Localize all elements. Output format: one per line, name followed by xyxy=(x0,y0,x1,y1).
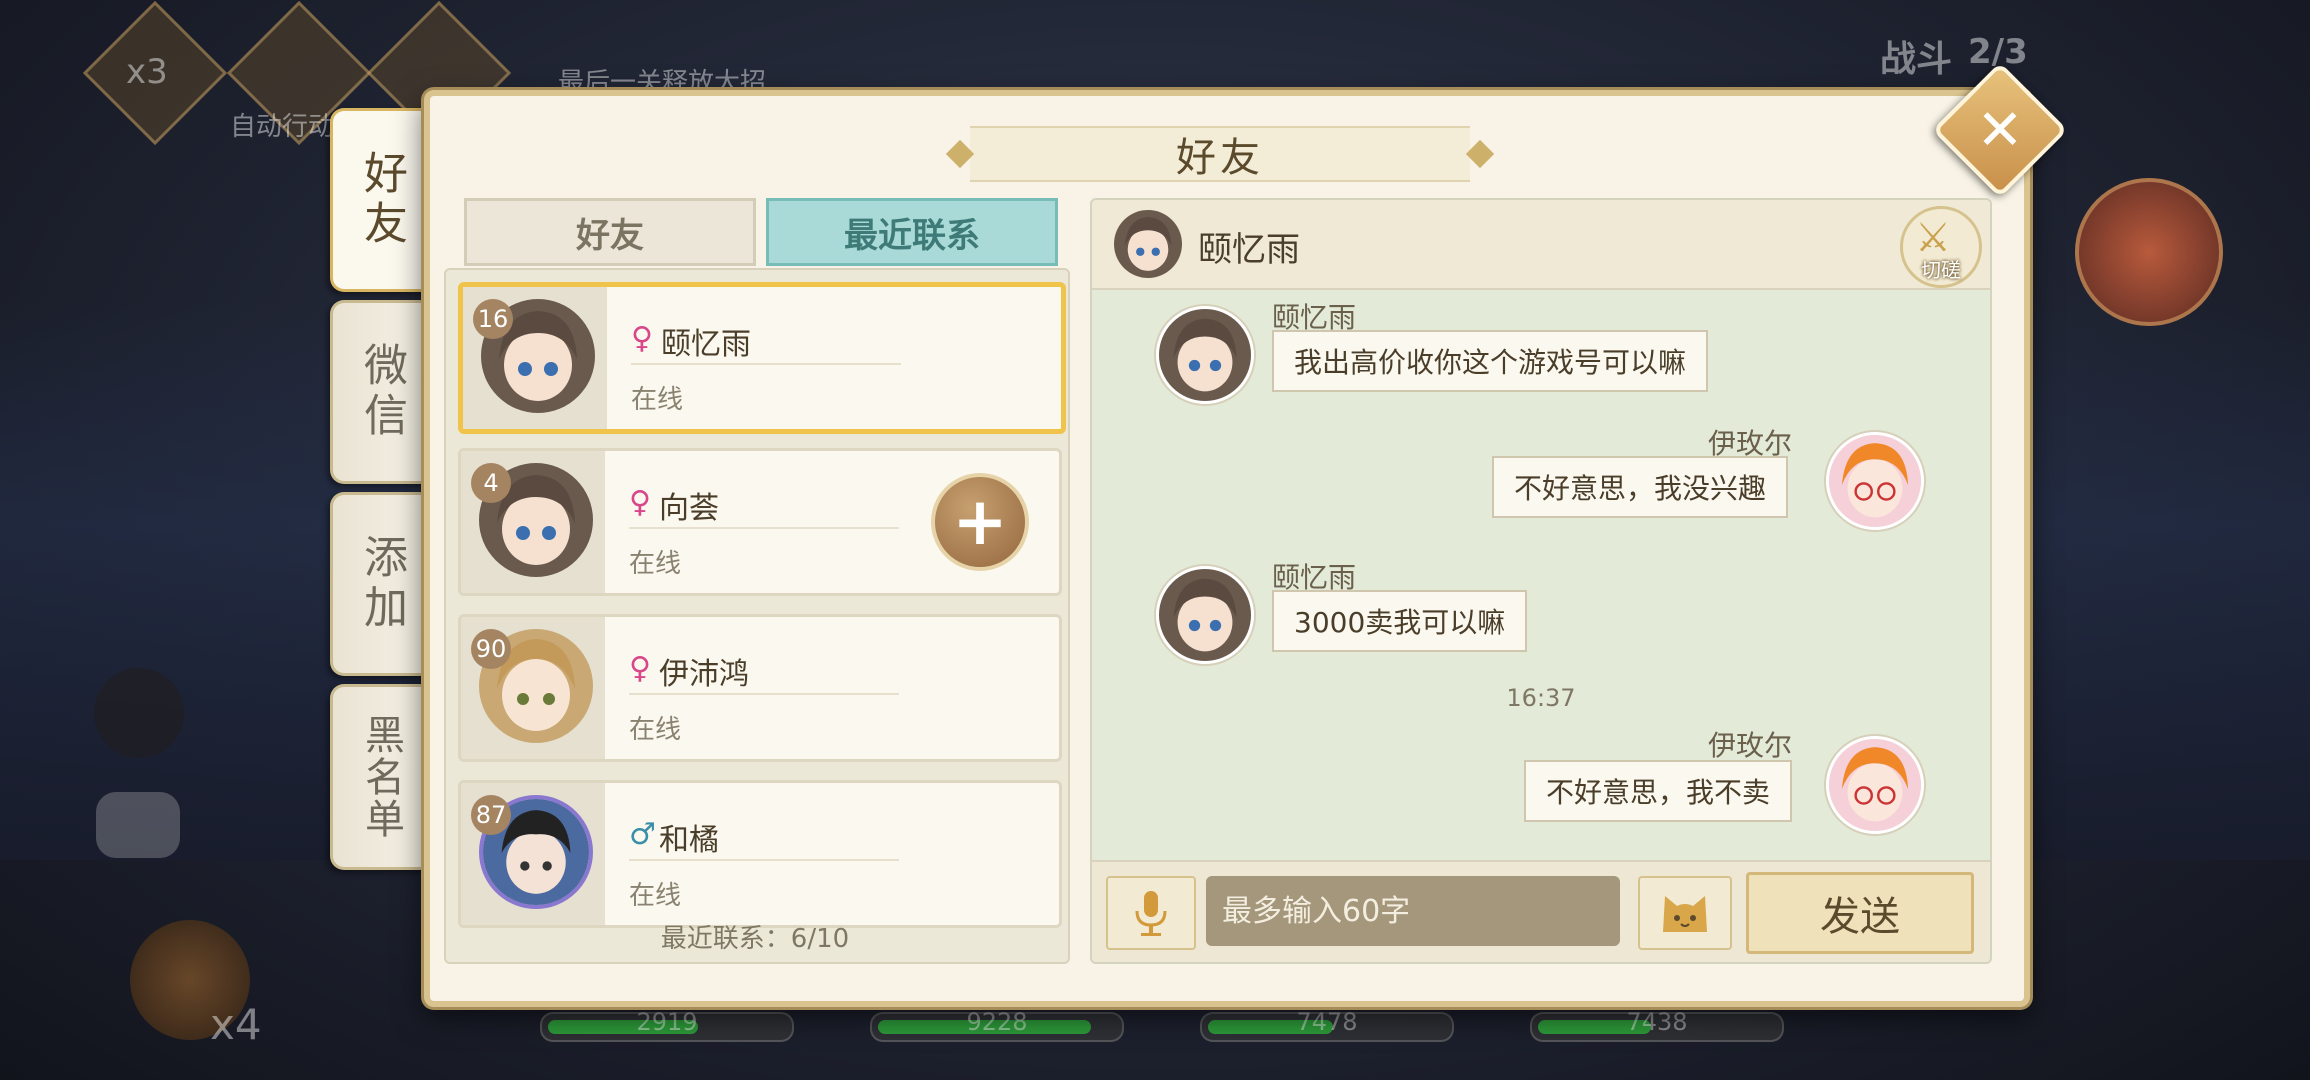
female-icon: ♀ xyxy=(631,321,653,356)
friend-name: 伊沛鸿 xyxy=(659,657,749,692)
chat-input-bar: 发送 xyxy=(1092,860,1990,962)
speed-label: x3 xyxy=(126,52,168,92)
message-input[interactable] xyxy=(1206,876,1620,946)
friend-list[interactable]: 16 ♀ 颐忆雨 在线 4 ♀ 向荟 在线 + 90 ♀ 伊沛鸿 在线 87 ♂… xyxy=(444,268,1070,964)
cat-face-icon xyxy=(1663,896,1707,932)
message-sender: 伊玫尔 xyxy=(1708,729,1793,762)
panel-title: 好友 xyxy=(1176,135,1264,181)
battle-label: 战斗 xyxy=(1880,39,1953,80)
online-status: 在线 xyxy=(629,881,682,911)
hp-bar: 7478 xyxy=(1200,1008,1454,1042)
send-button[interactable]: 发送 xyxy=(1746,872,1974,954)
side-tab-friends[interactable]: 好友 xyxy=(330,108,429,292)
friend-name: 向荟 xyxy=(659,491,719,526)
male-icon: ♂ xyxy=(629,817,656,852)
microphone-icon xyxy=(1135,891,1167,936)
chat-bubble-icon[interactable] xyxy=(96,792,180,858)
message-timestamp: 16:37 xyxy=(1506,684,1576,712)
friend-name: 和橘 xyxy=(659,823,719,858)
my-avatar xyxy=(1826,736,1924,834)
friend-card[interactable]: 87 ♂ 和橘 在线 xyxy=(458,780,1062,928)
panel-title-plate: 好友 xyxy=(945,126,1495,182)
chat-partner-avatar xyxy=(1114,210,1182,278)
side-tab-add[interactable]: 添加 xyxy=(330,492,429,676)
online-status: 在线 xyxy=(629,549,682,579)
friend-card[interactable]: 4 ♀ 向荟 在线 + xyxy=(458,448,1062,596)
divider xyxy=(629,859,899,861)
level-badge: 90 xyxy=(471,629,511,669)
character-icon[interactable] xyxy=(94,668,184,758)
level-badge: 4 xyxy=(471,463,511,503)
level-badge: 87 xyxy=(471,795,511,835)
friend-card[interactable]: 16 ♀ 颐忆雨 在线 xyxy=(458,282,1066,434)
female-icon: ♀ xyxy=(629,651,651,686)
message-bubble: 不好意思，我没兴趣 xyxy=(1492,456,1789,518)
ultimate-count: x4 xyxy=(210,1000,262,1049)
enemy-portrait xyxy=(2075,178,2223,326)
tab-friends[interactable]: 好友 xyxy=(464,198,756,266)
sender-avatar xyxy=(1156,306,1254,404)
auto-label: 自动行动 xyxy=(230,112,335,142)
sender-avatar xyxy=(1156,566,1254,664)
recent-contacts-count: 最近联系：6/10 xyxy=(660,924,850,954)
chat-partner-name: 颐忆雨 xyxy=(1198,230,1300,270)
spar-label: 切磋 xyxy=(1921,258,1961,282)
divider xyxy=(629,693,899,695)
chat-header: 颐忆雨 ⚔ 切磋 xyxy=(1092,200,1990,290)
online-status: 在线 xyxy=(631,385,684,415)
add-friend-button[interactable]: + xyxy=(931,473,1029,571)
close-icon: ✕ xyxy=(1976,97,2024,163)
side-tab-blacklist[interactable]: 黑名单 xyxy=(330,684,429,870)
online-status: 在线 xyxy=(629,715,682,745)
hp-bar: 7438 xyxy=(1530,1008,1784,1042)
level-badge: 16 xyxy=(473,299,513,339)
friend-card[interactable]: 90 ♀ 伊沛鸿 在线 xyxy=(458,614,1062,762)
message-bubble: 不好意思，我不卖 xyxy=(1524,760,1793,822)
side-tab-wechat[interactable]: 微信 xyxy=(330,300,429,484)
tab-recent-contacts[interactable]: 最近联系 xyxy=(766,198,1058,266)
voice-button[interactable] xyxy=(1106,876,1196,950)
divider xyxy=(629,527,899,529)
emoji-button[interactable] xyxy=(1638,876,1732,950)
hp-bar: 9228 xyxy=(870,1008,1124,1042)
my-avatar xyxy=(1826,432,1924,530)
hp-bar: 2919 xyxy=(540,1008,794,1042)
friend-name: 颐忆雨 xyxy=(661,327,751,362)
divider xyxy=(631,363,901,365)
message-bubble: 我出高价收你这个游戏号可以嘛 xyxy=(1272,330,1709,392)
message-bubble: 3000卖我可以嘛 xyxy=(1272,590,1528,652)
female-icon: ♀ xyxy=(629,485,651,520)
spar-button[interactable]: ⚔ 切磋 xyxy=(1900,206,1982,288)
chat-window: 颐忆雨 ⚔ 切磋 颐忆雨 我出高价收你这个游戏号可以嘛 伊玫尔 不好意思，我没兴… xyxy=(1090,198,1992,964)
